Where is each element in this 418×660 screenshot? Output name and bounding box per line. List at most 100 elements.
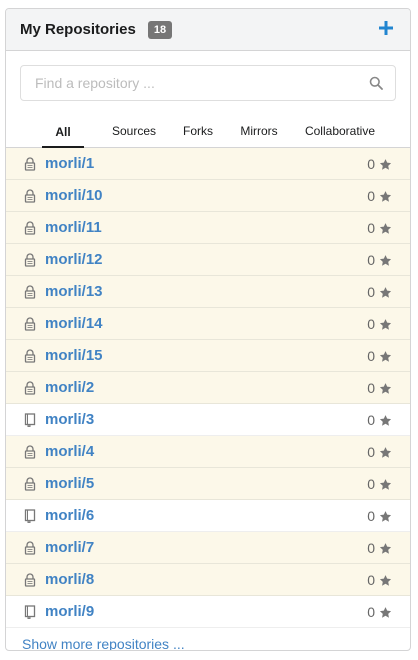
star-icon	[379, 318, 392, 330]
repo-name-link[interactable]: morli/2	[45, 379, 94, 396]
search-input[interactable]	[21, 66, 395, 100]
lock-icon	[24, 540, 36, 555]
lock-icon	[24, 156, 36, 171]
star-count: 0	[367, 156, 392, 172]
repo-row[interactable]: morli/14 0	[6, 308, 410, 340]
repo-row[interactable]: morli/3 0	[6, 404, 410, 436]
repo-name-link[interactable]: morli/15	[45, 347, 103, 364]
star-count: 0	[367, 220, 392, 236]
star-icon	[379, 574, 392, 586]
repo-name-link[interactable]: morli/3	[45, 411, 94, 428]
search-icon[interactable]	[369, 76, 383, 90]
repo-name-link[interactable]: morli/14	[45, 315, 103, 332]
lock-icon	[24, 252, 36, 267]
repo-filter-tabs: All Sources Forks Mirrors Collaborative	[6, 111, 410, 148]
star-count-value: 0	[367, 476, 375, 492]
plus-icon[interactable]	[376, 18, 396, 38]
star-count: 0	[367, 380, 392, 396]
lock-icon	[24, 444, 36, 459]
lock-icon	[24, 348, 36, 363]
repo-name-link[interactable]: morli/4	[45, 443, 94, 460]
lock-icon	[24, 220, 36, 235]
tab-all[interactable]: All	[42, 125, 84, 148]
lock-icon	[24, 380, 36, 395]
repo-row[interactable]: morli/4 0	[6, 436, 410, 468]
star-icon	[379, 286, 392, 298]
repo-row[interactable]: morli/2 0	[6, 372, 410, 404]
star-count: 0	[367, 316, 392, 332]
repo-row[interactable]: morli/11 0	[6, 212, 410, 244]
star-count-value: 0	[367, 412, 375, 428]
star-count: 0	[367, 348, 392, 364]
star-count-value: 0	[367, 316, 375, 332]
star-count: 0	[367, 284, 392, 300]
repo-name-link[interactable]: morli/9	[45, 603, 94, 620]
star-icon	[379, 542, 392, 554]
lock-icon	[24, 284, 36, 299]
repo-row[interactable]: morli/1 0	[6, 148, 410, 180]
repo-row[interactable]: morli/5 0	[6, 468, 410, 500]
panel-header: My Repositories 18	[6, 9, 410, 51]
repo-row[interactable]: morli/6 0	[6, 500, 410, 532]
panel-title: My Repositories	[20, 21, 136, 38]
repo-row[interactable]: morli/12 0	[6, 244, 410, 276]
repo-row[interactable]: morli/8 0	[6, 564, 410, 596]
star-icon	[379, 382, 392, 394]
repo-book-icon	[24, 412, 36, 427]
star-count-value: 0	[367, 572, 375, 588]
repositories-panel: My Repositories 18 All Sources Forks Mir…	[5, 8, 411, 651]
repo-row[interactable]: morli/9 0	[6, 596, 410, 628]
tab-collaborative[interactable]: Collaborative	[292, 124, 388, 147]
tab-sources[interactable]: Sources	[98, 124, 170, 147]
star-icon	[379, 158, 392, 170]
repo-book-icon	[24, 604, 36, 619]
star-icon	[379, 510, 392, 522]
star-count-value: 0	[367, 444, 375, 460]
star-count: 0	[367, 252, 392, 268]
star-count-value: 0	[367, 348, 375, 364]
star-count: 0	[367, 444, 392, 460]
repo-count-badge: 18	[147, 20, 173, 39]
star-count: 0	[367, 604, 392, 620]
star-icon	[379, 190, 392, 202]
star-count: 0	[367, 572, 392, 588]
lock-icon	[24, 476, 36, 491]
search-box	[20, 65, 396, 101]
star-count: 0	[367, 508, 392, 524]
repo-name-link[interactable]: morli/5	[45, 475, 94, 492]
star-icon	[379, 478, 392, 490]
repo-name-link[interactable]: morli/13	[45, 283, 103, 300]
repo-name-link[interactable]: morli/10	[45, 187, 103, 204]
repo-name-link[interactable]: morli/1	[45, 155, 94, 172]
star-icon	[379, 350, 392, 362]
star-count: 0	[367, 476, 392, 492]
repo-name-link[interactable]: morli/7	[45, 539, 94, 556]
star-count: 0	[367, 188, 392, 204]
repo-row[interactable]: morli/10 0	[6, 180, 410, 212]
tab-forks[interactable]: Forks	[170, 124, 226, 147]
repo-name-link[interactable]: morli/6	[45, 507, 94, 524]
show-more-link[interactable]: Show more repositories ...	[6, 628, 410, 650]
star-count-value: 0	[367, 540, 375, 556]
repo-name-link[interactable]: morli/12	[45, 251, 103, 268]
star-count: 0	[367, 412, 392, 428]
star-count-value: 0	[367, 188, 375, 204]
star-icon	[379, 414, 392, 426]
repo-list: morli/1 0 morli/10 0 morli/11 0 morli/12 0 morli…	[6, 148, 410, 628]
star-count-value: 0	[367, 508, 375, 524]
repo-row[interactable]: morli/13 0	[6, 276, 410, 308]
search-area	[6, 51, 410, 111]
repo-book-icon	[24, 508, 36, 523]
star-icon	[379, 254, 392, 266]
star-count-value: 0	[367, 380, 375, 396]
lock-icon	[24, 316, 36, 331]
repo-name-link[interactable]: morli/11	[45, 219, 102, 236]
star-count-value: 0	[367, 604, 375, 620]
star-count: 0	[367, 540, 392, 556]
repo-name-link[interactable]: morli/8	[45, 571, 94, 588]
lock-icon	[24, 188, 36, 203]
star-count-value: 0	[367, 252, 375, 268]
tab-mirrors[interactable]: Mirrors	[226, 124, 292, 147]
repo-row[interactable]: morli/15 0	[6, 340, 410, 372]
repo-row[interactable]: morli/7 0	[6, 532, 410, 564]
